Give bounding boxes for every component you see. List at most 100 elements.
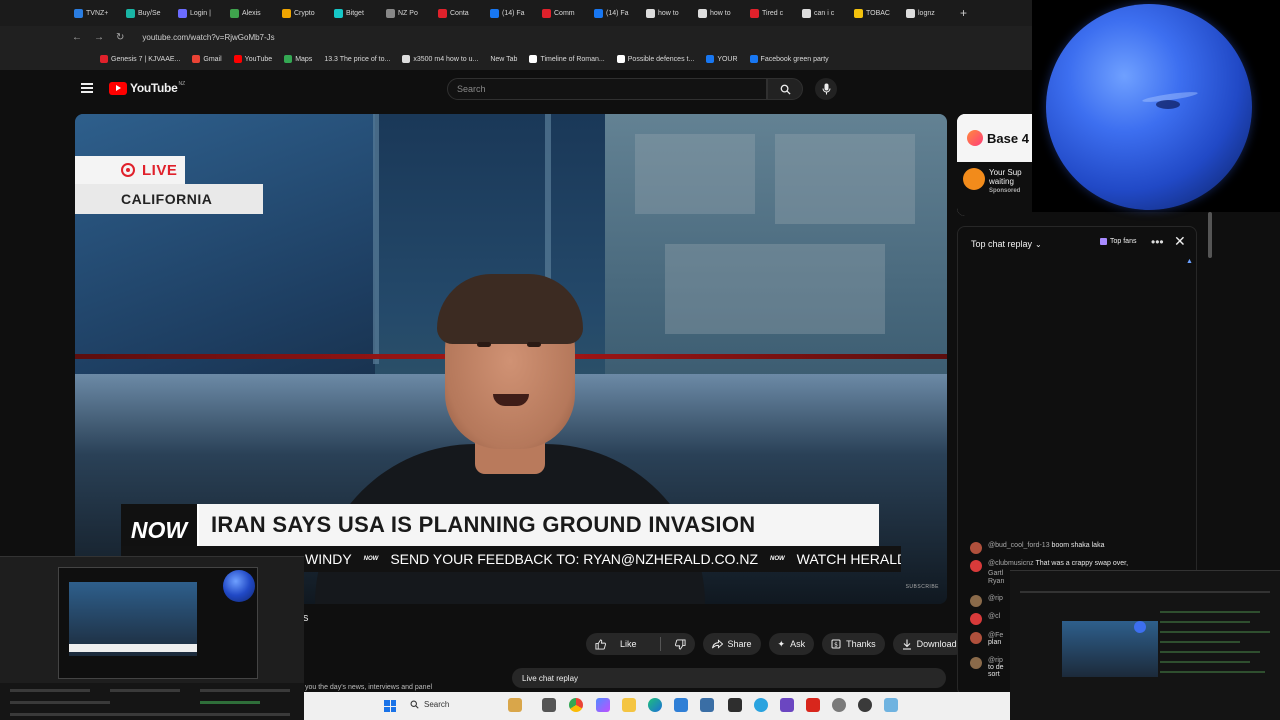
- top-fans-button[interactable]: Top fans: [1100, 238, 1136, 245]
- browser-tab-active[interactable]: NZ Po: [382, 2, 434, 24]
- browser-tab[interactable]: Bitget: [330, 2, 382, 24]
- tab-label: how to: [658, 9, 679, 17]
- obs-icon[interactable]: [858, 698, 872, 712]
- pdf-reader-icon[interactable]: [806, 698, 820, 712]
- chrome-icon[interactable]: [569, 698, 583, 712]
- presenter-hair: [437, 274, 583, 344]
- browser-tab[interactable]: how to: [694, 2, 746, 24]
- share-icon: [711, 639, 723, 649]
- more-vertical-icon[interactable]: •••: [1151, 235, 1164, 249]
- sponsored-ad-card[interactable]: Base 4 Your Sup waiting Sponsored: [957, 114, 1032, 216]
- ask-button[interactable]: ✦ Ask: [768, 633, 815, 655]
- tab-favicon: [646, 8, 655, 18]
- settings-icon[interactable]: [832, 698, 846, 712]
- new-tab-icon[interactable]: +: [954, 6, 967, 20]
- tab-label: how to: [710, 9, 731, 17]
- chat-text: boom shaka laka: [1051, 542, 1105, 549]
- browser-tab[interactable]: (14) Fa: [486, 2, 538, 24]
- reload-icon[interactable]: ↻: [116, 32, 124, 43]
- close-icon[interactable]: ✕: [1174, 233, 1186, 250]
- back-arrow-icon[interactable]: ←: [72, 32, 82, 43]
- browser-tab[interactable]: Conta: [434, 2, 486, 24]
- like-label: Like: [620, 639, 637, 649]
- preview-row: [200, 689, 290, 692]
- bookmark-item[interactable]: Gmail: [192, 55, 222, 63]
- bookmark-item[interactable]: 13.3 The price of to...: [324, 56, 390, 63]
- menu-icon[interactable]: [81, 83, 93, 93]
- bookmark-item[interactable]: Timeline of Roman...: [529, 55, 605, 63]
- bookmark-item[interactable]: Facebook green party: [749, 55, 829, 63]
- file-explorer-icon[interactable]: [622, 698, 636, 712]
- browser-tab[interactable]: Alexis: [226, 2, 278, 24]
- bookmark-item[interactable]: x3500 m4 how to u...: [402, 55, 478, 63]
- store-icon[interactable]: [674, 698, 688, 712]
- address-bar-row: ← → ↻ youtube.com/watch?v=RjwGoMb7-Js: [0, 26, 1032, 48]
- dislike-button[interactable]: [666, 633, 695, 655]
- tab-favicon: [178, 8, 187, 18]
- search-button[interactable]: [767, 78, 803, 100]
- ad-text: Your Sup waiting Sponsored: [989, 168, 1022, 210]
- windows-start-icon[interactable]: [384, 700, 396, 712]
- ticker-separator-logo: NOW: [363, 556, 379, 562]
- url-field[interactable]: youtube.com/watch?v=RjwGoMb7-Js: [142, 33, 274, 42]
- calculator-icon[interactable]: [700, 698, 714, 712]
- bookmark-item[interactable]: Genesis 7 | KJVAAE...: [100, 55, 180, 63]
- page-scrollbar[interactable]: [1208, 212, 1212, 258]
- photos-icon[interactable]: [884, 698, 898, 712]
- browser-tab[interactable]: TVNZ+: [70, 2, 122, 24]
- widgets-icon[interactable]: [508, 698, 522, 712]
- forward-arrow-icon[interactable]: →: [94, 32, 104, 43]
- preview-line: [1160, 671, 1265, 673]
- browser-tab[interactable]: Comm: [538, 2, 590, 24]
- video-player[interactable]: LIVE CALIFORNIA NOW IRAN SAYS USA IS PLA…: [75, 114, 947, 604]
- bookmark-label: Timeline of Roman...: [540, 55, 605, 63]
- bookmark-item[interactable]: YOUR: [706, 55, 738, 63]
- browser-tab[interactable]: TOBAC: [850, 2, 902, 24]
- search-input[interactable]: Search: [447, 78, 767, 100]
- bookmark-item[interactable]: New Tab: [490, 56, 517, 63]
- studio-screen-panel: [665, 244, 885, 334]
- bookmark-item[interactable]: YouTube: [233, 55, 273, 63]
- browser-tab[interactable]: Buy/Se: [122, 2, 174, 24]
- app-icon[interactable]: [780, 698, 794, 712]
- browser-tab[interactable]: Crypto: [278, 2, 330, 24]
- browser-tab[interactable]: Login |: [174, 2, 226, 24]
- bookmark-favicon: [529, 55, 538, 63]
- chat-avatar: [970, 595, 982, 607]
- chat-text: plan: [988, 639, 1002, 646]
- bookmark-item[interactable]: Possible defences t...: [616, 55, 695, 63]
- taskbar-search-label: Search: [424, 700, 450, 709]
- live-chat-replay-button[interactable]: Live chat replay: [512, 668, 946, 688]
- tab-favicon: [230, 8, 239, 18]
- bookmark-label: Possible defences t...: [627, 55, 695, 63]
- browser-tab[interactable]: lognz: [902, 2, 954, 24]
- browser-tab[interactable]: Tired c: [746, 2, 798, 24]
- like-button[interactable]: Like: [586, 633, 655, 655]
- divider: [659, 637, 661, 651]
- youtube-wordmark: YouTube: [130, 81, 178, 95]
- ask-label: Ask: [790, 639, 806, 649]
- preview-line: [1160, 641, 1240, 643]
- chat-author: @clubmusicnz: [988, 560, 1034, 567]
- thanks-button[interactable]: $ Thanks: [822, 633, 885, 655]
- subscribe-watermark[interactable]: SUBSCRIBE: [906, 584, 939, 590]
- scroll-up-icon[interactable]: ▲: [1186, 258, 1193, 265]
- share-button[interactable]: Share: [702, 633, 761, 655]
- taskbar-search[interactable]: Search: [410, 700, 449, 709]
- preview-row: [200, 701, 260, 704]
- telegram-icon[interactable]: [754, 698, 768, 712]
- youtube-logo[interactable]: YouTube NZ: [109, 81, 185, 95]
- task-view-icon[interactable]: [542, 698, 556, 712]
- bookmark-favicon: [402, 55, 411, 63]
- bookmark-item[interactable]: Maps: [284, 55, 312, 63]
- browser-tab[interactable]: (14) Fa: [590, 2, 642, 24]
- terminal-icon[interactable]: [728, 698, 742, 712]
- download-button[interactable]: Download: [892, 633, 966, 655]
- copilot-icon[interactable]: [596, 698, 610, 712]
- browser-tab[interactable]: how to: [642, 2, 694, 24]
- bookmark-label: YouTube: [244, 55, 273, 63]
- edge-icon[interactable]: [648, 698, 662, 712]
- browser-tab[interactable]: can i c: [798, 2, 850, 24]
- chat-avatar: [970, 632, 982, 644]
- voice-search-button[interactable]: [815, 78, 837, 100]
